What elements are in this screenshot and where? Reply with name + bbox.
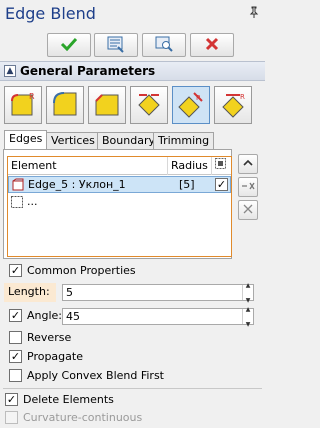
table-row[interactable]: Edge_5 : Уклон_1 [5] ✓ — [8, 176, 231, 193]
common-properties-label: Common Properties — [27, 264, 136, 277]
length-input[interactable]: 5 ▲ ▼ — [62, 282, 254, 304]
angle-label: Angle: — [27, 309, 63, 322]
delete-elements-row: ✓ Delete Elements — [5, 393, 114, 406]
tab-boundary[interactable]: Boundary — [97, 132, 160, 149]
length-label: Length: — [4, 283, 56, 302]
common-properties-checkbox[interactable]: ✓ — [9, 264, 22, 277]
curvature-checkbox — [5, 411, 18, 424]
setback-blend-icon: R — [218, 89, 248, 122]
length-stepper[interactable]: ▲ ▼ — [242, 282, 253, 304]
grid-header: Element Radius — [8, 157, 231, 175]
delete-button[interactable] — [238, 200, 258, 220]
table-row[interactable]: ... — [8, 194, 231, 211]
tab-vertices[interactable]: Vertices — [46, 132, 100, 149]
row-radius: [5] — [179, 178, 195, 191]
close-icon — [243, 204, 253, 217]
delete-elements-checkbox[interactable]: ✓ — [5, 393, 18, 406]
mode-setback-blend[interactable]: R — [214, 86, 252, 124]
corner-blend-icon — [50, 89, 80, 122]
angle-stepper[interactable]: ▲ ▼ — [242, 306, 253, 328]
preview-icon — [106, 35, 126, 56]
propagate-checkbox[interactable]: ✓ — [9, 350, 22, 363]
window-title: Edge Blend — [5, 4, 96, 23]
convex-first-row: Apply Convex Blend First — [9, 369, 164, 382]
reverse-label: Reverse — [27, 331, 72, 344]
move-up-button[interactable] — [238, 154, 258, 174]
tab-trimming[interactable]: Trimming — [153, 132, 215, 149]
header-radius[interactable]: Radius — [168, 157, 212, 175]
common-properties-row: ✓ Common Properties — [9, 264, 136, 277]
header-element[interactable]: Element — [8, 157, 168, 175]
convex-first-label: Apply Convex Blend First — [27, 369, 164, 382]
edge-element-icon — [12, 178, 24, 194]
divider — [3, 388, 262, 389]
select-all-icon — [215, 158, 226, 172]
header-select-all[interactable] — [212, 157, 231, 175]
face-blend-icon: R — [176, 89, 206, 122]
mode-corner-blend[interactable] — [46, 86, 84, 124]
curvature-label: Curvature-continuous — [23, 411, 143, 424]
magnifier-icon — [154, 35, 174, 56]
section-title: General Parameters — [20, 64, 156, 78]
mode-chamfer[interactable] — [88, 86, 126, 124]
close-icon — [204, 36, 220, 55]
angle-checkbox[interactable]: ✓ — [9, 309, 22, 322]
row-checkbox[interactable]: ✓ — [215, 178, 228, 191]
ok-button[interactable] — [47, 33, 91, 57]
row-element: ... — [27, 195, 38, 208]
angle-row: ✓ Angle: — [9, 309, 62, 322]
replace-button[interactable] — [238, 177, 258, 197]
empty-element-icon — [11, 196, 23, 211]
replace-icon — [241, 182, 255, 193]
general-parameters-header[interactable]: ▲ General Parameters — [0, 61, 265, 81]
length-value: 5 — [66, 286, 73, 299]
mode-face-blend[interactable]: R — [172, 86, 210, 124]
chamfer-icon — [92, 89, 122, 122]
svg-text:R: R — [196, 94, 201, 102]
propagate-label: Propagate — [27, 350, 83, 363]
pin-icon[interactable] — [249, 6, 259, 21]
zoom-preview-button[interactable] — [142, 33, 186, 57]
preview-button[interactable] — [94, 33, 138, 57]
row-element: Edge_5 : Уклон_1 — [28, 178, 126, 191]
svg-text:R: R — [240, 93, 245, 101]
svg-text:R: R — [29, 92, 35, 101]
mode-edge-fillet[interactable]: R — [4, 86, 42, 124]
cancel-button[interactable] — [190, 33, 234, 57]
delete-elements-label: Delete Elements — [23, 393, 114, 406]
reverse-checkbox[interactable] — [9, 331, 22, 344]
reverse-row: Reverse — [9, 331, 71, 344]
angle-input[interactable]: 45 ▲ ▼ — [62, 306, 254, 328]
tab-edges[interactable]: Edges — [4, 130, 48, 150]
propagate-row: ✓ Propagate — [9, 350, 83, 363]
chevron-up-icon — [243, 159, 253, 170]
vertex-blend-icon — [134, 89, 164, 122]
angle-value: 45 — [66, 310, 80, 323]
edge-fillet-icon: R — [8, 89, 38, 122]
curvature-row: Curvature-continuous — [5, 411, 142, 424]
collapse-up-icon[interactable]: ▲ — [4, 65, 16, 77]
mode-vertex-blend[interactable] — [130, 86, 168, 124]
check-icon — [60, 37, 78, 54]
convex-first-checkbox[interactable] — [9, 369, 22, 382]
